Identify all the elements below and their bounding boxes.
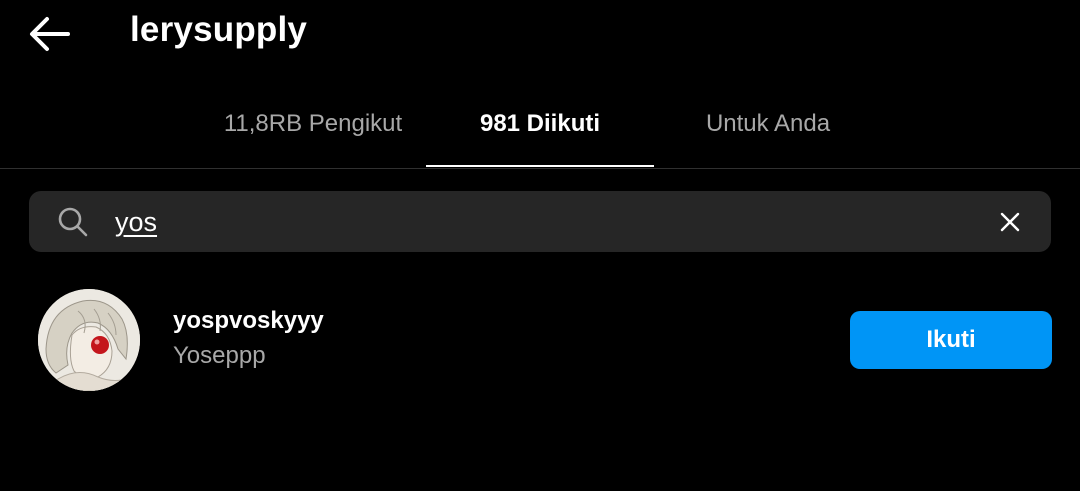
profile-username-title: lerysupply: [130, 10, 308, 49]
search-input[interactable]: [115, 203, 975, 241]
tab-following[interactable]: 981 Diikuti: [426, 96, 654, 167]
search-bar: [29, 191, 1051, 252]
tab-for-you-label: Untuk Anda: [705, 110, 831, 137]
active-tab-indicator: [426, 165, 654, 167]
avatar-image: [38, 289, 140, 391]
tab-followers[interactable]: 11,8RB Pengikut: [198, 96, 428, 167]
tab-followers-label: 11,8RB Pengikut: [223, 110, 403, 137]
close-icon[interactable]: [997, 209, 1023, 235]
tab-for-you[interactable]: Untuk Anda: [654, 96, 882, 167]
top-bar: lerysupply: [0, 0, 1080, 70]
result-username: yospvoskyyy: [173, 307, 324, 334]
avatar[interactable]: [38, 289, 140, 391]
follow-button[interactable]: Ikuti: [850, 311, 1052, 369]
follow-tabs: 11,8RB Pengikut 981 Diikuti Untuk Anda: [0, 96, 1080, 169]
list-item[interactable]: yospvoskyyy Yoseppp Ikuti: [0, 288, 1080, 392]
result-full-name: Yoseppp: [173, 342, 266, 369]
arrow-left-icon: [30, 17, 70, 51]
tab-following-label: 981 Diikuti: [479, 110, 601, 137]
back-button[interactable]: [26, 12, 74, 56]
search-icon: [58, 207, 88, 237]
